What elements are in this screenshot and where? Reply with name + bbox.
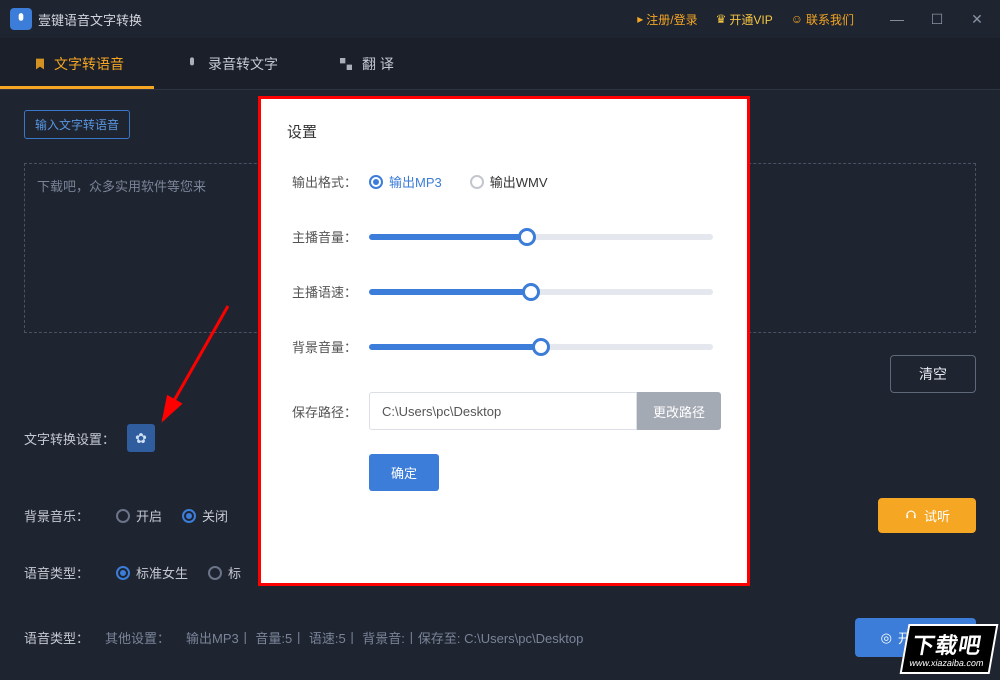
save-path-label: 保存路径： [287,402,357,421]
anchor-speed-label: 主播语速： [287,282,357,301]
maximize-button[interactable]: ☐ [924,6,950,32]
settings-dialog-outline: 设置 输出格式： 输出MP3 输出WMV 主播音量： 主播语速： [258,96,750,586]
save-path-row: 保存路径： 更改路径 [287,392,721,430]
titlebar: 壹键语音文字转换 ▸注册/登录 ♛开通VIP ☺联系我们 — ☐ ✕ [0,0,1000,38]
bg-volume-row: 背景音量： [287,337,721,356]
dialog-ok-button[interactable]: 确定 [369,454,439,491]
summary-other-label: 其他设置： [105,628,170,647]
clear-button[interactable]: 清空 [890,355,976,393]
app-window: 壹键语音文字转换 ▸注册/登录 ♛开通VIP ☺联系我们 — ☐ ✕ 文字转语音… [0,0,1000,680]
settings-label: 文字转换设置： [24,429,115,448]
tab-speech-to-text[interactable]: 录音转文字 [154,38,308,89]
voice-type-label: 语音类型： [24,563,104,582]
play-icon: ◎ [881,630,892,646]
watermark-url: www.xiazaiba.com [909,658,985,668]
gear-icon: ✿ [135,430,147,447]
vip-link[interactable]: ♛开通VIP [716,11,773,28]
tab-tts-label: 文字转语音 [54,54,124,74]
smile-icon: ☺ [791,12,803,26]
mic-icon [184,56,200,72]
titlebar-right: ▸注册/登录 ♛开通VIP ☺联系我们 — ☐ ✕ [637,6,990,32]
watermark: 下载吧 www.xiazaiba.com [904,624,994,674]
watermark-text: 下载吧 [910,633,983,658]
bg-music-off-radio[interactable]: 关闭 [182,506,228,525]
tab-text-to-speech[interactable]: 文字转语音 [0,38,154,89]
dialog-title: 设置 [287,121,721,142]
crown-icon: ♛ [716,12,727,26]
sub-tab-input-tts[interactable]: 输入文字转语音 [24,110,130,139]
voice-female-radio[interactable]: 标准女生 [116,563,188,582]
tab-stt-label: 录音转文字 [208,54,278,74]
preview-listen-button[interactable]: 试听 [878,498,976,533]
summary-values: 输出MP3丨 音量:5丨 语速:5丨 背景音:丨保存至: C:\Users\pc… [186,628,583,647]
close-button[interactable]: ✕ [964,6,990,32]
output-wmv-radio[interactable]: 输出WMV [470,172,548,191]
app-title: 壹键语音文字转换 [38,10,142,29]
change-path-button[interactable]: 更改路径 [637,392,721,430]
login-link[interactable]: ▸注册/登录 [637,11,697,28]
headphone-icon [904,507,918,524]
contact-link[interactable]: ☺联系我们 [791,11,854,28]
flag-icon: ▸ [637,12,643,26]
bg-volume-label: 背景音量： [287,337,357,356]
bg-volume-slider[interactable] [369,344,713,350]
output-format-row: 输出格式： 输出MP3 输出WMV [287,172,721,191]
translate-icon [338,56,354,72]
app-logo-icon [10,8,32,30]
output-mp3-radio[interactable]: 输出MP3 [369,172,442,191]
summary-voice-label: 语音类型： [24,628,89,647]
tab-translate-label: 翻 译 [362,54,394,74]
save-path-input[interactable] [369,392,637,430]
voice-std-radio[interactable]: 标 [208,563,241,582]
main-tabs: 文字转语音 录音转文字 翻 译 [0,38,1000,90]
tab-translate[interactable]: 翻 译 [308,38,424,89]
minimize-button[interactable]: — [884,6,910,32]
bg-music-label: 背景音乐： [24,506,104,525]
window-controls: — ☐ ✕ [884,6,990,32]
settings-gear-button[interactable]: ✿ [127,424,155,452]
anchor-volume-label: 主播音量： [287,227,357,246]
anchor-speed-row: 主播语速： [287,282,721,301]
output-format-label: 输出格式： [287,172,357,191]
anchor-speed-slider[interactable] [369,289,713,295]
summary-row: 语音类型： 其他设置： 输出MP3丨 音量:5丨 语速:5丨 背景音:丨保存至:… [24,618,976,657]
settings-dialog: 设置 输出格式： 输出MP3 输出WMV 主播音量： 主播语速： [261,99,747,583]
bg-music-on-radio[interactable]: 开启 [116,506,162,525]
tts-icon [30,56,46,72]
anchor-volume-row: 主播音量： [287,227,721,246]
anchor-volume-slider[interactable] [369,234,713,240]
